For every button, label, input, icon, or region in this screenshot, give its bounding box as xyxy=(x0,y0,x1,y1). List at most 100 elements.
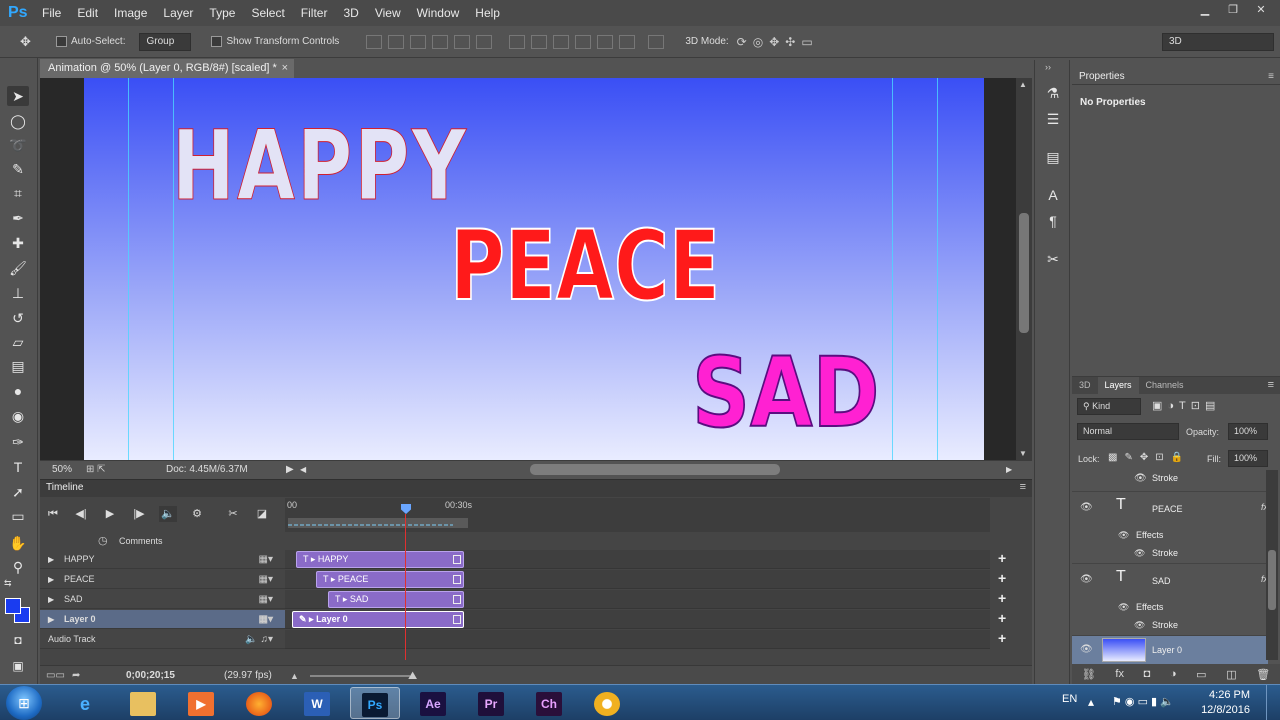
eye-icon[interactable]: 👁 xyxy=(1080,644,1093,655)
track-layer-0[interactable]: ▶ Layer 0 ▦▾ xyxy=(40,610,285,629)
hand-tool-icon[interactable]: ✋ xyxy=(7,533,29,553)
camtasia-icon[interactable] xyxy=(582,687,632,719)
marquee-tool-icon[interactable]: ◯ xyxy=(7,111,29,131)
lane-audio[interactable] xyxy=(285,630,990,649)
clock-date[interactable]: 12/8/2016 xyxy=(1201,704,1250,716)
show-desktop-button[interactable] xyxy=(1266,685,1280,720)
menu-3d[interactable]: 3D xyxy=(335,6,366,20)
distribute-hcenter-icon[interactable] xyxy=(597,34,614,49)
guide-line[interactable] xyxy=(937,78,938,460)
zoom-tool-icon[interactable]: ⚲ xyxy=(7,557,29,577)
menu-window[interactable]: Window xyxy=(409,6,468,20)
guide-line[interactable] xyxy=(892,78,893,460)
folder-icon[interactable]: ▭ xyxy=(1196,668,1206,681)
foreground-color-swatch[interactable] xyxy=(5,598,21,614)
history-icon[interactable]: ⚗ xyxy=(1044,84,1062,102)
audio-mute-icon[interactable]: 🔈 xyxy=(159,506,177,522)
document-tab[interactable]: Animation @ 50% (Layer 0, RGB/8#) [scale… xyxy=(40,59,294,78)
expand-arrow-icon[interactable]: ▶ xyxy=(48,610,54,629)
clip-peace[interactable]: T ▸ PEACE xyxy=(316,571,464,588)
tab-layers[interactable]: Layers xyxy=(1097,377,1139,394)
expand-arrow-icon[interactable]: ▶ xyxy=(48,550,54,569)
menu-edit[interactable]: Edit xyxy=(69,6,106,20)
canvas[interactable]: HAPPY PEACE SAD xyxy=(84,78,984,460)
audio-note-icon[interactable]: 🔈 ♫▾ xyxy=(245,630,273,649)
slide-icon[interactable]: ✣ xyxy=(785,35,795,49)
add-media-icon[interactable]: + xyxy=(998,550,1006,566)
distribute-bottom-icon[interactable] xyxy=(553,34,570,49)
panel-menu-icon[interactable]: ≡ xyxy=(1020,481,1026,493)
panel-menu-icon[interactable]: ≡ xyxy=(1268,68,1274,85)
ie-icon[interactable]: e xyxy=(60,687,110,719)
distribute-right-icon[interactable] xyxy=(619,34,636,49)
fill-input[interactable]: 100% xyxy=(1228,450,1268,467)
expand-arrow-icon[interactable]: ▶ xyxy=(48,570,54,589)
film-strip-icon[interactable]: ▦▾ xyxy=(259,570,273,589)
path-select-tool-icon[interactable]: ➚ xyxy=(7,482,29,502)
fx-icon[interactable]: fx xyxy=(1115,668,1124,680)
mask-icon[interactable]: ◘ xyxy=(1144,668,1151,680)
menu-layer[interactable]: Layer xyxy=(155,6,201,20)
menu-select[interactable]: Select xyxy=(243,6,292,20)
close-icon[interactable]: ✕ xyxy=(1248,2,1274,18)
scroll-down-icon[interactable]: ▼ xyxy=(1019,449,1027,458)
layer-sad[interactable]: 👁 T SAD fx 👁 Effects 👁 Stroke xyxy=(1072,563,1268,635)
split-scissors-icon[interactable]: ✂ xyxy=(224,506,242,522)
history-brush-tool-icon[interactable]: ↺ xyxy=(7,308,29,328)
pan-icon[interactable]: ✥ xyxy=(769,35,779,49)
type-tool-icon[interactable]: T xyxy=(7,457,29,477)
dodge-tool-icon[interactable]: ◉ xyxy=(7,406,29,426)
timeline-zoom-slider[interactable] xyxy=(310,675,410,677)
start-button[interactable]: ⊞ xyxy=(6,686,42,720)
lane-peace[interactable]: T ▸ PEACE xyxy=(285,570,990,589)
menu-file[interactable]: File xyxy=(34,6,69,20)
align-left-icon[interactable] xyxy=(432,34,449,49)
premiere-icon[interactable]: Pr xyxy=(466,687,516,719)
zoom-in-icon[interactable]: ⛰ xyxy=(408,666,417,686)
eye-icon[interactable]: 👁 xyxy=(1118,530,1129,541)
language-indicator[interactable]: EN xyxy=(1062,693,1077,705)
brush-tool-icon[interactable]: 🖌 xyxy=(7,258,29,278)
clip-layer-0[interactable]: ✎ ▸ Layer 0 xyxy=(292,611,464,628)
move-tool-icon[interactable]: ➤ xyxy=(7,86,29,106)
align-vcenter-icon[interactable] xyxy=(388,34,405,49)
clip-sad[interactable]: T ▸ SAD xyxy=(328,591,464,608)
next-frame-icon[interactable]: |▶ xyxy=(130,506,148,522)
play-icon[interactable]: ▶ xyxy=(101,506,119,522)
character-icon[interactable]: A xyxy=(1044,186,1062,204)
scroll-right-icon[interactable]: ▶ xyxy=(1006,461,1012,478)
menu-image[interactable]: Image xyxy=(106,6,155,20)
lasso-tool-icon[interactable]: ➰ xyxy=(7,135,29,155)
tab-3d[interactable]: 3D xyxy=(1072,377,1098,394)
firefox-icon[interactable] xyxy=(234,687,284,719)
menu-type[interactable]: Type xyxy=(201,6,243,20)
menu-filter[interactable]: Filter xyxy=(293,6,336,20)
layers-scrollbar[interactable] xyxy=(1266,470,1278,660)
layer-peace[interactable]: 👁 T PEACE fx 👁 Effects 👁 Stroke xyxy=(1072,491,1268,563)
clip-end-icon[interactable] xyxy=(453,575,461,584)
character-animator-icon[interactable]: Ch xyxy=(524,687,574,719)
auto-select-checkbox[interactable] xyxy=(56,36,67,47)
layer-0[interactable]: 👁 Layer 0 xyxy=(1072,635,1268,665)
scroll-up-icon[interactable]: ▲ xyxy=(1019,80,1027,89)
menu-help[interactable]: Help xyxy=(467,6,508,20)
vertical-scrollbar[interactable]: ▲ ▼ xyxy=(1016,78,1032,460)
status-icon[interactable]: ⊞ ⇱ xyxy=(86,461,106,478)
auto-select-dropdown[interactable]: Group xyxy=(139,32,192,51)
convert-frame-icon[interactable]: ▭▭ xyxy=(46,666,65,686)
track-audio[interactable]: Audio Track 🔈 ♫▾ xyxy=(40,630,285,649)
scroll-thumb[interactable] xyxy=(1019,213,1029,333)
add-media-icon[interactable]: + xyxy=(998,570,1006,586)
eyedropper-tool-icon[interactable]: ✒ xyxy=(7,208,29,228)
scroll-thumb[interactable] xyxy=(1268,550,1276,610)
quick-mask-icon[interactable]: ◘ xyxy=(7,630,29,650)
tray-icons[interactable]: ⚑ ◉ ▭ ▮ 🔈 xyxy=(1112,695,1174,708)
clip-end-icon[interactable] xyxy=(453,555,461,564)
lock-icons[interactable]: ▩✎✥⊡🔒 xyxy=(1108,452,1190,463)
align-top-icon[interactable] xyxy=(366,34,383,49)
distribute-vcenter-icon[interactable] xyxy=(531,34,548,49)
panel-menu-icon[interactable]: ≡ xyxy=(1268,377,1274,394)
lane-sad[interactable]: T ▸ SAD xyxy=(285,590,990,609)
shape-tool-icon[interactable]: ▭ xyxy=(7,506,29,526)
eye-icon[interactable]: 👁 xyxy=(1134,548,1145,559)
